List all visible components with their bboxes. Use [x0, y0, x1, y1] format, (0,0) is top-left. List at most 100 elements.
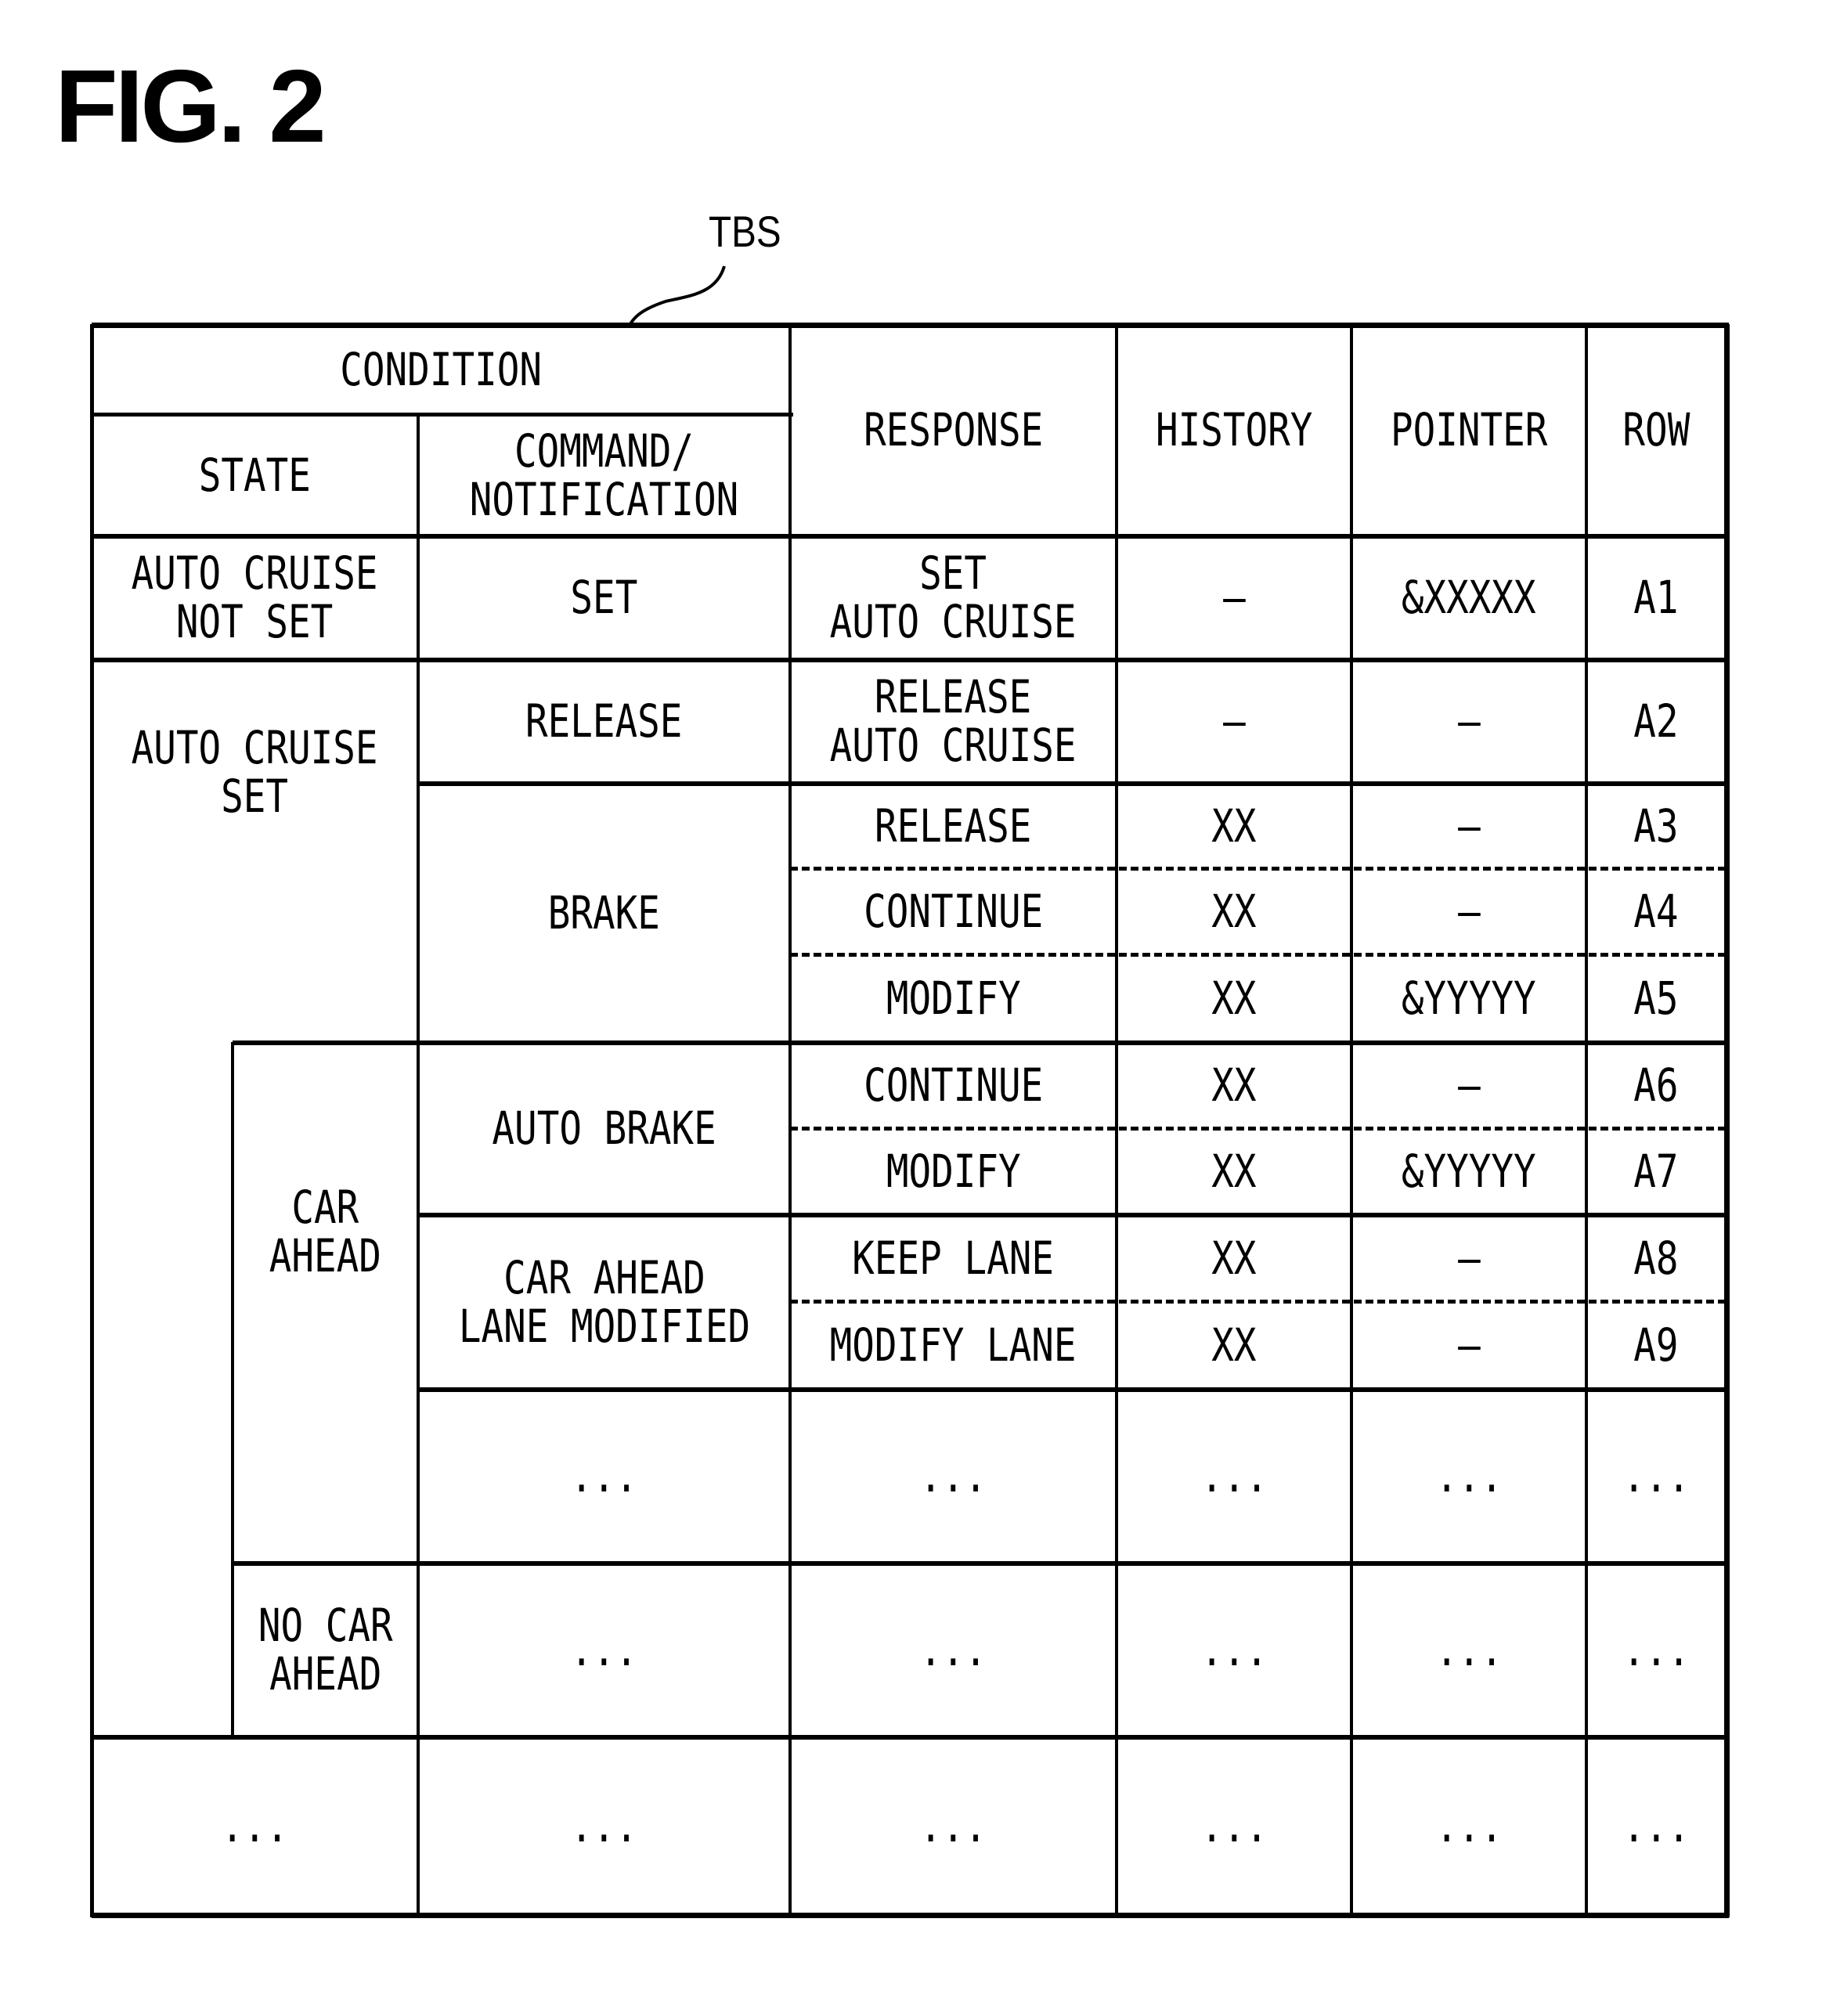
- pointer-cell-text: ...: [1435, 1623, 1503, 1676]
- row-id-cell: ...: [1586, 1737, 1726, 1914]
- response-cell: RELEASE: [790, 783, 1117, 868]
- command-release: RELEASE: [418, 659, 790, 783]
- command-ellipsis: ...: [418, 1563, 790, 1737]
- history-cell-text: —: [1222, 694, 1246, 748]
- response-cell-text: MODIFY: [886, 972, 1021, 1025]
- command-car-ahead-lane-modified: CAR AHEAD LANE MODIFIED: [418, 1214, 790, 1389]
- response-cell-text: ...: [919, 1449, 987, 1502]
- response-cell: ...: [790, 1389, 1117, 1563]
- pointer-cell: —: [1351, 659, 1586, 783]
- row-id-cell-text: A7: [1633, 1145, 1679, 1198]
- history-cell-text: ...: [1200, 1449, 1268, 1502]
- row-id-cell: ...: [1586, 1563, 1726, 1737]
- history-cell: XX: [1117, 1214, 1351, 1301]
- state-auto-cruise-not-set-text: AUTO CRUISE NOT SET: [132, 546, 378, 648]
- row-id-cell-text: A1: [1633, 571, 1679, 624]
- history-cell-text: ...: [1200, 1798, 1268, 1852]
- header-history: HISTORY: [1117, 324, 1351, 536]
- response-cell: MODIFY: [790, 954, 1117, 1042]
- history-cell-text: XX: [1211, 799, 1257, 853]
- row-id-cell-text: ...: [1622, 1798, 1690, 1852]
- command-brake-text: BRAKE: [547, 885, 661, 939]
- response-cell-text: ...: [919, 1798, 987, 1852]
- history-cell: XX: [1117, 783, 1351, 868]
- response-cell-text: SET AUTO CRUISE: [830, 546, 1077, 648]
- row-id-cell-text: A9: [1633, 1318, 1679, 1372]
- pointer-cell-text: —: [1457, 1318, 1481, 1372]
- pointer-cell: ...: [1351, 1389, 1586, 1563]
- command-release-text: RELEASE: [525, 694, 683, 748]
- command-ellipsis: ...: [418, 1389, 790, 1563]
- state-ellipsis-text: ...: [221, 1798, 289, 1852]
- response-cell: MODIFY: [790, 1128, 1117, 1214]
- command-ellipsis-text: ...: [570, 1449, 638, 1502]
- row-id-cell: A4: [1586, 868, 1726, 954]
- pointer-cell-text: &XXXXX: [1402, 571, 1536, 624]
- response-cell-text: KEEP LANE: [852, 1231, 1055, 1285]
- state-auto-cruise-set-text: AUTO CRUISE SET: [132, 720, 378, 823]
- row-id-cell-text: A3: [1633, 799, 1679, 853]
- history-cell-text: ...: [1200, 1623, 1268, 1676]
- history-cell: ...: [1117, 1563, 1351, 1737]
- response-cell-text: RELEASE: [875, 799, 1032, 853]
- row-id-cell-text: ...: [1622, 1623, 1690, 1676]
- row-id-cell: A8: [1586, 1214, 1726, 1301]
- history-cell: XX: [1117, 868, 1351, 954]
- response-cell: ...: [790, 1737, 1117, 1914]
- row-id-cell: A7: [1586, 1128, 1726, 1214]
- history-cell-text: XX: [1211, 1145, 1257, 1198]
- history-cell: —: [1117, 536, 1351, 659]
- pointer-cell-text: —: [1457, 1231, 1481, 1285]
- pointer-cell-text: —: [1457, 885, 1481, 938]
- header-state: STATE: [92, 414, 418, 536]
- history-cell: XX: [1117, 1042, 1351, 1128]
- pointer-cell: ...: [1351, 1737, 1586, 1914]
- pointer-cell: ...: [1351, 1563, 1586, 1737]
- history-cell: XX: [1117, 1301, 1351, 1389]
- state-car-ahead: CAR AHEAD: [233, 1042, 418, 1420]
- header-pointer-text: POINTER: [1390, 403, 1548, 456]
- response-cell: CONTINUE: [790, 868, 1117, 954]
- pointer-cell-text: —: [1457, 1058, 1481, 1112]
- pointer-cell: &YYYYY: [1351, 954, 1586, 1042]
- row-id-cell: A2: [1586, 659, 1726, 783]
- command-set: SET: [418, 536, 790, 659]
- response-cell-text: MODIFY: [886, 1145, 1021, 1198]
- pointer-cell: —: [1351, 868, 1586, 954]
- row-id-cell-text: A8: [1633, 1231, 1679, 1285]
- header-pointer: POINTER: [1351, 324, 1586, 536]
- response-cell-text: MODIFY LANE: [830, 1318, 1077, 1372]
- history-cell: XX: [1117, 954, 1351, 1042]
- state-no-car-ahead-text: NO CAR AHEAD: [258, 1599, 393, 1700]
- pointer-cell: —: [1351, 783, 1586, 868]
- header-command-notification-text: COMMAND/ NOTIFICATION: [469, 424, 739, 526]
- response-cell-text: RELEASE AUTO CRUISE: [830, 670, 1077, 772]
- command-brake: BRAKE: [418, 783, 790, 1042]
- state-ellipsis: ...: [92, 1737, 418, 1914]
- row-id-cell-text: A4: [1633, 885, 1679, 938]
- pointer-cell: &XXXXX: [1351, 536, 1586, 659]
- command-set-text: SET: [570, 571, 638, 624]
- state-auto-cruise-set: AUTO CRUISE SET: [92, 659, 418, 884]
- header-row-text: ROW: [1622, 403, 1690, 456]
- pointer-cell-text: ...: [1435, 1798, 1503, 1852]
- response-cell-text: CONTINUE: [863, 885, 1044, 938]
- row-id-cell: A5: [1586, 954, 1726, 1042]
- header-condition: CONDITION: [92, 324, 790, 414]
- header-row: ROW: [1586, 324, 1726, 536]
- pointer-cell: —: [1351, 1214, 1586, 1301]
- state-car-ahead-text: CAR AHEAD: [269, 1180, 382, 1282]
- history-cell: ...: [1117, 1389, 1351, 1563]
- pointer-cell-text: &YYYYY: [1402, 972, 1536, 1025]
- row-id-cell-text: A5: [1633, 972, 1679, 1025]
- response-cell: RELEASE AUTO CRUISE: [790, 659, 1117, 783]
- history-cell: ...: [1117, 1737, 1351, 1914]
- history-cell: —: [1117, 659, 1351, 783]
- history-cell-text: —: [1222, 571, 1246, 624]
- response-cell: KEEP LANE: [790, 1214, 1117, 1301]
- pointer-cell-text: &YYYYY: [1402, 1145, 1536, 1198]
- state-no-car-ahead: NO CAR AHEAD: [233, 1563, 418, 1737]
- response-cell-text: ...: [919, 1623, 987, 1676]
- pointer-cell-text: —: [1457, 694, 1481, 748]
- command-auto-brake: AUTO BRAKE: [418, 1042, 790, 1214]
